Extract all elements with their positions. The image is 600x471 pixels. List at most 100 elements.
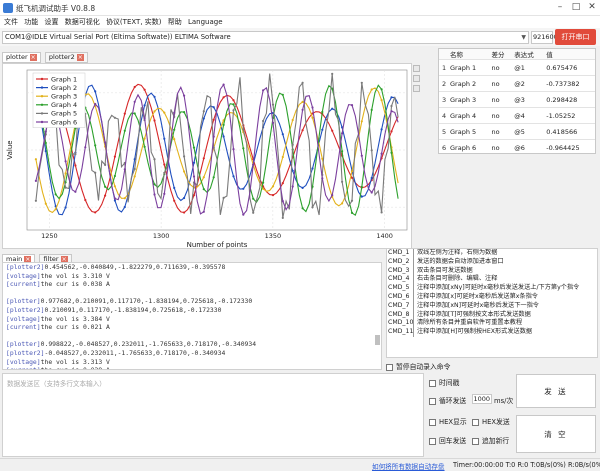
timestamp-checkbox[interactable] [429, 379, 436, 387]
data-point [94, 102, 97, 106]
table-row[interactable]: 1 Graph 1 no @1 0.675476 [439, 59, 595, 76]
menu-file[interactable]: 文件 [4, 16, 18, 28]
line-chart[interactable]: Graph 1Graph 2Graph 3Graph 4Graph 5Graph… [3, 64, 413, 250]
tab-plotter[interactable]: plotter × [2, 52, 41, 63]
data-point [341, 180, 344, 183]
legend-marker [40, 86, 44, 89]
maximize-icon[interactable]: □ [569, 1, 583, 14]
command-item[interactable]: CMD_2 发送的数据会自动添加进本窗口 [387, 257, 597, 267]
data-scrollbar[interactable] [375, 335, 380, 345]
plot-panel[interactable]: Graph 1 Graph 2 Graph 3 Graph 4 Graph 5 Graph… [2, 63, 412, 249]
close-tab-icon[interactable]: × [76, 53, 84, 61]
table-row[interactable]: 3 Graph 3 no @3 0.298428 [439, 91, 595, 108]
data-point [370, 149, 373, 152]
interval-input[interactable]: 1000 [472, 394, 492, 404]
hex-send-checkbox[interactable] [472, 418, 479, 426]
legend-label[interactable]: Graph 3 [51, 93, 77, 101]
data-point [390, 130, 393, 133]
data-point [232, 109, 235, 112]
loop-send-option[interactable]: 循环发送 [429, 395, 466, 405]
data-point [202, 117, 205, 120]
send-input-placeholder: 数据发送区（支持多行文本输入） [7, 380, 106, 388]
data-point [350, 104, 354, 107]
table-cell-index: 6 [439, 139, 447, 156]
data-line-tag: [voltage] [6, 271, 41, 280]
table-row[interactable]: 5 Graph 5 no @5 0.418566 [439, 123, 595, 140]
data-point [222, 123, 225, 126]
data-point [163, 137, 166, 140]
crlf-label: 回车发送 [439, 437, 467, 445]
menu-visualization[interactable]: 数据可视化 [65, 16, 100, 28]
data-point [262, 119, 265, 123]
autosave-help-link[interactable]: 如何将所有数据自动存盘 [372, 461, 445, 471]
data-point [242, 213, 245, 216]
loop-send-checkbox[interactable] [429, 397, 436, 405]
command-item[interactable]: CMD_6 注释中添加[x]可延时x毫秒后发送第x条指令 [387, 292, 597, 302]
data-point [163, 163, 166, 166]
data-line [3, 289, 381, 298]
crlf-checkbox[interactable] [429, 437, 436, 445]
pan-icon[interactable] [413, 75, 420, 82]
command-list[interactable]: CMD_1 双线左侧为注释，右侧为数据 CMD_2 发送的数据会自动添加进本窗口 CMD… [386, 248, 598, 358]
data-line: [plotter]0.998822,-0.048527,0.232011,-1.… [3, 340, 381, 349]
data-point [370, 108, 373, 111]
data-point [281, 216, 284, 219]
menu-help[interactable]: 帮助 [168, 16, 182, 28]
minimize-icon[interactable]: – [553, 1, 567, 14]
table-cell-value: 0.298428 [543, 91, 595, 108]
close-icon[interactable]: ✕ [585, 1, 599, 14]
menu-language[interactable]: Language [188, 16, 223, 28]
command-item[interactable]: CMD_1 双线左侧为注释，右侧为数据 [387, 249, 597, 258]
data-point [163, 111, 166, 114]
command-item[interactable]: CMD_10 清除所有条目并重启软件可重置本教程 [387, 319, 597, 329]
menu-bar: 文件 功能 设置 数据可视化 协议(TEXT, 实数) 帮助 Language [0, 16, 600, 28]
open-port-button[interactable]: 打开串口 [555, 29, 596, 45]
table-row[interactable]: 2 Graph 2 no @2 -0.737382 [439, 75, 595, 92]
table-row[interactable]: 4 Graph 4 no @4 -1.05252 [439, 107, 595, 124]
legend-label[interactable]: Graph 5 [51, 110, 77, 118]
data-point [153, 158, 156, 161]
baud-select[interactable]: 921600 [531, 31, 558, 44]
command-item[interactable]: CMD_7 注释中添加[xN]可延时x毫秒后发送下一指令 [387, 301, 597, 311]
command-item[interactable]: CMD_4 右击条目可删除、编辑、注释 [387, 275, 597, 285]
tab-plotter2[interactable]: plotter2 × [44, 52, 88, 63]
legend-label[interactable]: Graph 1 [51, 75, 77, 83]
legend-label[interactable]: Graph 4 [51, 101, 77, 109]
send-button[interactable]: 发 送 [516, 374, 596, 408]
table-cell-value: -0.737382 [543, 75, 595, 92]
timestamp-option[interactable]: 时间戳 [429, 377, 459, 387]
append-newline-checkbox[interactable] [472, 437, 479, 445]
hex-display-option[interactable]: HEX显示 [429, 416, 467, 426]
data-point [281, 155, 284, 159]
table-row[interactable]: 6 Graph 6 no @6 -0.964425 [439, 139, 595, 156]
data-line: [voltage]the vol is 3.313 V [3, 358, 381, 367]
reset-view-icon[interactable] [413, 85, 420, 92]
crlf-option[interactable]: 回车发送 [429, 435, 466, 445]
zoom-icon[interactable] [413, 65, 420, 72]
legend-label[interactable]: Graph 6 [51, 118, 77, 126]
data-point [163, 192, 166, 195]
send-input[interactable]: 数据发送区（支持多行文本输入） [2, 373, 424, 457]
data-point [232, 103, 235, 106]
hex-display-checkbox[interactable] [429, 418, 436, 426]
port-select[interactable]: COM1@IDLE Virtual Serial Port (Eltima So… [2, 31, 529, 44]
menu-function[interactable]: 功能 [24, 16, 38, 28]
menu-protocol[interactable]: 协议(TEXT, 实数) [106, 16, 162, 28]
data-line-text: -0.048527,0.232011,-1.765633,0.718170,-0… [44, 348, 226, 357]
legend-label[interactable]: Graph 2 [51, 84, 77, 92]
command-item[interactable]: CMD_5 注释中添加[xNy]可延时x毫秒后发送发送上/下方第y个指令 [387, 284, 597, 293]
receive-data-panel[interactable]: [plotter2]0.454562,-0.040849,-1.822279,0… [2, 262, 382, 370]
x-axis-label: Number of points [187, 241, 248, 249]
menu-settings[interactable]: 设置 [44, 16, 58, 28]
table-cell-index: 4 [439, 107, 447, 124]
command-item[interactable]: CMD_11 注释中添加[H]可强制按HEX形式发送数据 [387, 328, 597, 337]
auto-record-option[interactable]: 暂停自动录入命令 [386, 361, 450, 371]
append-newline-option[interactable]: 追加新行 [472, 435, 509, 445]
table-cell-expr: @3 [511, 91, 544, 108]
x-tick-label: 1400 [376, 232, 393, 240]
clear-button[interactable]: 清 空 [516, 415, 596, 453]
close-tab-icon[interactable]: × [29, 53, 37, 61]
hex-send-option[interactable]: HEX发送 [472, 416, 510, 426]
table-cell-name: Graph 2 [447, 75, 489, 92]
auto-record-checkbox[interactable] [386, 363, 393, 371]
